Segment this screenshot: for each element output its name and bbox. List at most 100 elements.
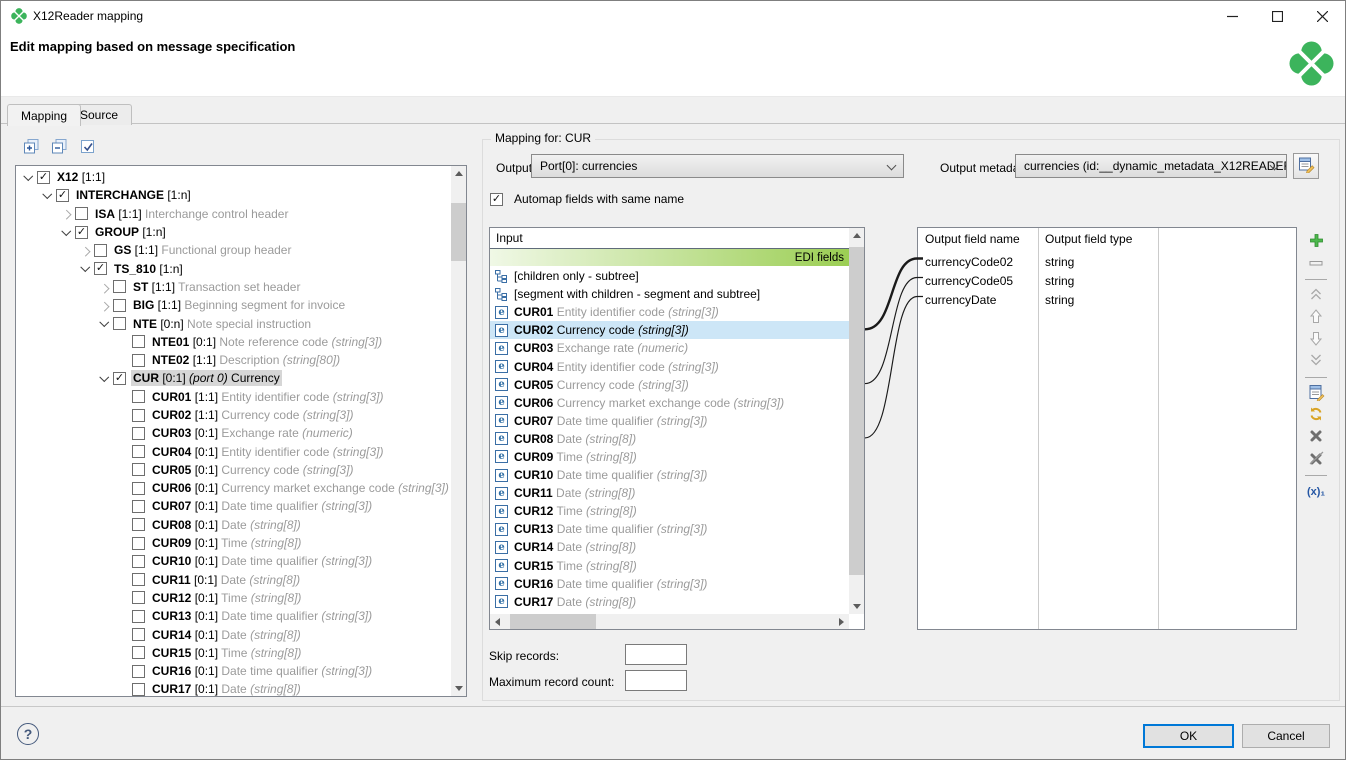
input-field-item[interactable]: eCUR12 Time (string[8]) bbox=[490, 502, 849, 520]
tree-item[interactable]: GS [1:1] Functional group header bbox=[16, 241, 451, 259]
input-field-item[interactable]: eCUR05 Currency code (string[3]) bbox=[490, 376, 849, 394]
input-field-item[interactable]: eCUR11 Date (string[8]) bbox=[490, 484, 849, 502]
delete-all-mappings-button[interactable] bbox=[1304, 450, 1328, 469]
tree-checkbox[interactable] bbox=[132, 390, 145, 403]
tree-checkbox[interactable] bbox=[132, 518, 145, 531]
automap-checkbox[interactable]: ✓ bbox=[490, 193, 503, 206]
input-field-item[interactable]: eCUR10 Date time qualifier (string[3]) bbox=[490, 466, 849, 484]
input-field-item[interactable]: eCUR09 Time (string[8]) bbox=[490, 448, 849, 466]
tree-checkbox[interactable] bbox=[132, 610, 145, 623]
ok-button[interactable]: OK bbox=[1143, 724, 1234, 748]
tree-item[interactable]: CUR13 [0:1] Date time qualifier (string[… bbox=[16, 607, 451, 625]
scroll-thumb[interactable] bbox=[451, 203, 466, 261]
scroll-thumb[interactable] bbox=[849, 247, 864, 575]
input-field-item[interactable]: eCUR06 Currency market exchange code (st… bbox=[490, 394, 849, 412]
tree-checkbox[interactable] bbox=[132, 646, 145, 659]
tree-item[interactable]: NTE01 [0:1] Note reference code (string[… bbox=[16, 333, 451, 351]
tree-item[interactable]: CUR02 [1:1] Currency code (string[3]) bbox=[16, 406, 451, 424]
input-field-item[interactable]: eCUR13 Date time qualifier (string[3]) bbox=[490, 520, 849, 538]
tree-checkbox[interactable] bbox=[132, 591, 145, 604]
input-field-item[interactable]: [children only - subtree] bbox=[490, 267, 849, 285]
input-field-item[interactable]: eCUR16 Date time qualifier (string[3]) bbox=[490, 575, 849, 593]
remove-field-button[interactable] bbox=[1304, 254, 1328, 273]
scroll-track[interactable] bbox=[451, 181, 466, 681]
add-field-button[interactable] bbox=[1304, 232, 1328, 251]
scroll-left-button[interactable] bbox=[490, 614, 505, 629]
tree-checkbox[interactable] bbox=[132, 427, 145, 440]
input-fields-panel[interactable]: Input EDI fields [children only - subtre… bbox=[489, 227, 865, 630]
tab-mapping[interactable]: Mapping bbox=[7, 104, 81, 126]
collapse-all-button[interactable] bbox=[49, 137, 70, 158]
input-field-item[interactable]: eCUR14 Date (string[8]) bbox=[490, 538, 849, 556]
input-field-item[interactable]: eCUR02 Currency code (string[3]) bbox=[490, 321, 849, 339]
tree-item[interactable]: CUR11 [0:1] Date (string[8]) bbox=[16, 571, 451, 589]
input-field-item[interactable]: eCUR01 Entity identifier code (string[3]… bbox=[490, 303, 849, 321]
scroll-track[interactable] bbox=[849, 243, 864, 599]
close-button[interactable] bbox=[1300, 1, 1345, 31]
chevron-right-icon[interactable] bbox=[96, 302, 113, 309]
tree-item[interactable]: CUR16 [0:1] Date time qualifier (string[… bbox=[16, 662, 451, 680]
chevron-right-icon[interactable] bbox=[58, 210, 75, 217]
tree-checkbox[interactable] bbox=[132, 500, 145, 513]
scroll-right-button[interactable] bbox=[834, 614, 849, 629]
input-horizontal-scrollbar[interactable] bbox=[490, 614, 849, 629]
tree-item[interactable]: CUR15 [0:1] Time (string[8]) bbox=[16, 644, 451, 662]
tree-checkbox[interactable] bbox=[113, 317, 126, 330]
tree-item[interactable]: ✓CUR [0:1] (port 0) Currency bbox=[16, 369, 451, 387]
tree-checkbox[interactable] bbox=[132, 463, 145, 476]
tree-item[interactable]: BIG [1:1] Beginning segment for invoice bbox=[16, 296, 451, 314]
tree-checkbox[interactable]: ✓ bbox=[75, 226, 88, 239]
chevron-down-icon[interactable] bbox=[96, 320, 113, 327]
tree-item[interactable]: CUR03 [0:1] Exchange rate (numeric) bbox=[16, 424, 451, 442]
tree-checkbox[interactable] bbox=[132, 482, 145, 495]
check-visible-button[interactable] bbox=[77, 137, 98, 158]
tree-checkbox[interactable] bbox=[132, 573, 145, 586]
tree-item[interactable]: ✓INTERCHANGE [1:n] bbox=[16, 186, 451, 204]
scroll-down-button[interactable] bbox=[451, 681, 466, 696]
table-row[interactable]: currencyCode02string bbox=[918, 252, 1296, 271]
tree-item[interactable]: ✓X12 [1:1] bbox=[16, 168, 451, 186]
input-vertical-scrollbar[interactable] bbox=[849, 228, 864, 614]
tree-item[interactable]: NTE [0:n] Note special instruction bbox=[16, 314, 451, 332]
output-select[interactable]: Port[0]: currencies bbox=[531, 154, 904, 178]
tree-checkbox[interactable] bbox=[113, 299, 126, 312]
tree-checkbox[interactable] bbox=[132, 628, 145, 641]
minimize-button[interactable] bbox=[1210, 1, 1255, 31]
table-row[interactable]: currencyDatestring bbox=[918, 290, 1296, 309]
move-first-button[interactable] bbox=[1304, 286, 1328, 305]
cancel-button[interactable]: Cancel bbox=[1242, 724, 1330, 748]
chevron-down-icon[interactable] bbox=[20, 174, 37, 181]
move-down-button[interactable] bbox=[1304, 330, 1328, 349]
output-metadata-select[interactable]: currencies (id:__dynamic_metadata_X12REA… bbox=[1015, 154, 1287, 178]
tree-item[interactable]: CUR14 [0:1] Date (string[8]) bbox=[16, 625, 451, 643]
tree-item[interactable]: CUR04 [0:1] Entity identifier code (stri… bbox=[16, 442, 451, 460]
tree-item[interactable]: CUR05 [0:1] Currency code (string[3]) bbox=[16, 461, 451, 479]
tree-item[interactable]: CUR07 [0:1] Date time qualifier (string[… bbox=[16, 497, 451, 515]
input-field-item[interactable]: eCUR04 Entity identifier code (string[3]… bbox=[490, 357, 849, 375]
tree-checkbox[interactable] bbox=[132, 409, 145, 422]
scroll-up-button[interactable] bbox=[451, 166, 466, 181]
input-field-item[interactable]: eCUR15 Time (string[8]) bbox=[490, 557, 849, 575]
scroll-track[interactable] bbox=[505, 614, 834, 629]
tree-item[interactable]: CUR17 [0:1] Date (string[8]) bbox=[16, 680, 451, 698]
input-field-item[interactable]: eCUR07 Date time qualifier (string[3]) bbox=[490, 412, 849, 430]
chevron-down-icon[interactable] bbox=[96, 375, 113, 382]
max-record-count-input[interactable] bbox=[625, 670, 687, 691]
tree-checkbox[interactable] bbox=[132, 683, 145, 696]
scroll-thumb[interactable] bbox=[510, 614, 596, 629]
tree-checkbox[interactable]: ✓ bbox=[37, 171, 50, 184]
expand-all-button[interactable] bbox=[21, 137, 42, 158]
tree-checkbox[interactable] bbox=[132, 445, 145, 458]
help-icon[interactable]: ? bbox=[17, 723, 39, 745]
tree-item[interactable]: CUR12 [0:1] Time (string[8]) bbox=[16, 589, 451, 607]
spec-tree[interactable]: ✓X12 [1:1]✓INTERCHANGE [1:n]ISA [1:1] In… bbox=[15, 165, 467, 697]
output-fields-table[interactable]: Output field name Output field type curr… bbox=[917, 227, 1297, 630]
tree-checkbox[interactable] bbox=[94, 244, 107, 257]
tree-checkbox[interactable]: ✓ bbox=[113, 372, 126, 385]
chevron-down-icon[interactable] bbox=[39, 192, 56, 199]
tree-item[interactable]: ST [1:1] Transaction set header bbox=[16, 278, 451, 296]
tree-item[interactable]: CUR01 [1:1] Entity identifier code (stri… bbox=[16, 388, 451, 406]
scroll-up-button[interactable] bbox=[849, 228, 864, 243]
chevron-right-icon[interactable] bbox=[77, 247, 94, 254]
input-field-item[interactable]: [segment with children - segment and sub… bbox=[490, 285, 849, 303]
